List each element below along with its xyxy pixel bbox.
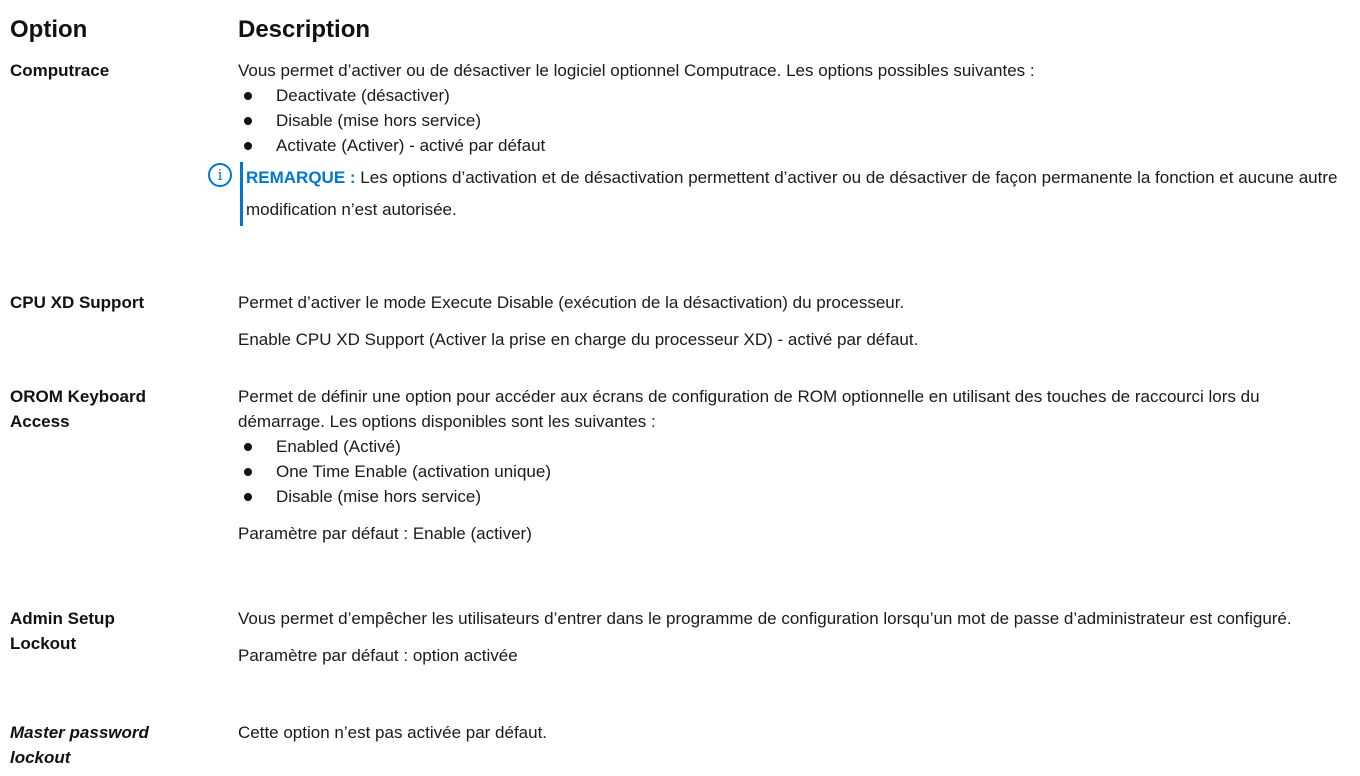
table-row-master-password-lockout: Master password lockout Cette option n’e… xyxy=(10,720,1350,772)
option-name-line: OROM Keyboard xyxy=(10,387,147,406)
options-list: Enabled (Activé) One Time Enable (activa… xyxy=(238,434,1348,509)
description-column-header: Description xyxy=(238,16,371,43)
list-item: Activate (Activer) - activé par défaut xyxy=(238,133,1348,158)
bullet-icon xyxy=(244,443,252,451)
bullet-icon xyxy=(244,468,252,476)
option-description: Vous permet d’activer ou de désactiver l… xyxy=(208,58,1348,226)
option-description: Permet d’activer le mode Execute Disable… xyxy=(238,290,1348,352)
option-name-line: Admin Setup xyxy=(10,609,115,628)
bullet-icon xyxy=(244,92,252,100)
option-name-line: Access xyxy=(10,412,70,431)
list-item-text: One Time Enable (activation unique) xyxy=(276,462,551,481)
option-column-header: Option xyxy=(10,16,88,43)
default-setting-text: Enable CPU XD Support (Activer la prise … xyxy=(238,330,919,349)
list-item: Disable (mise hors service) xyxy=(238,108,1348,133)
table-row-admin-setup-lockout: Admin Setup Lockout Vous permet d’empêch… xyxy=(10,606,1350,716)
list-item-text: Deactivate (désactiver) xyxy=(276,86,450,105)
note-body: REMARQUE : Les options d’activation et d… xyxy=(246,162,1348,226)
description-text: Vous permet d’empêcher les utilisateurs … xyxy=(238,609,1292,628)
description-text: Permet de définir une option pour accéde… xyxy=(238,387,1260,431)
list-item-text: Activate (Activer) - activé par défaut xyxy=(276,136,546,155)
table-row-computrace: Computrace Vous permet d’activer ou de d… xyxy=(10,58,1350,268)
option-description: Vous permet d’empêcher les utilisateurs … xyxy=(238,606,1348,668)
table-row-orom-keyboard-access: OROM Keyboard Access Permet de définir u… xyxy=(10,384,1350,574)
note-label: REMARQUE : xyxy=(246,168,356,187)
option-name: CPU XD Support xyxy=(10,293,145,312)
note-text: Les options d’activation et de désactiva… xyxy=(246,168,1338,219)
bullet-icon xyxy=(244,142,252,150)
list-item-text: Disable (mise hors service) xyxy=(276,111,481,130)
note-divider xyxy=(240,162,243,226)
info-icon: i xyxy=(208,163,232,187)
note-callout: i REMARQUE : Les options d’activation et… xyxy=(208,162,1348,226)
option-name-line: Master password xyxy=(10,723,149,742)
option-name: Admin Setup Lockout xyxy=(10,606,222,656)
description-text: Permet d’activer le mode Execute Disable… xyxy=(238,293,905,312)
option-name: Master password lockout xyxy=(10,720,222,770)
list-item-text: Disable (mise hors service) xyxy=(276,487,481,506)
option-name: OROM Keyboard Access xyxy=(10,384,222,434)
default-setting-text: Paramètre par défaut : Enable (activer) xyxy=(238,524,532,543)
option-description: Permet de définir une option pour accéde… xyxy=(238,384,1348,546)
table-header: Option Description xyxy=(10,14,1350,48)
option-name-line: Lockout xyxy=(10,634,77,653)
list-item: Disable (mise hors service) xyxy=(238,484,1348,509)
list-item: Enabled (Activé) xyxy=(238,434,1348,459)
default-setting-text: Paramètre par défaut : option activée xyxy=(238,646,518,665)
bullet-icon xyxy=(244,493,252,501)
option-description: Cette option n’est pas activée par défau… xyxy=(238,720,1348,745)
bullet-icon xyxy=(244,117,252,125)
list-item: One Time Enable (activation unique) xyxy=(238,459,1348,484)
description-text: Vous permet d’activer ou de désactiver l… xyxy=(238,61,1035,80)
option-name-line: lockout xyxy=(10,748,71,767)
list-item: Deactivate (désactiver) xyxy=(238,83,1348,108)
options-list: Deactivate (désactiver) Disable (mise ho… xyxy=(238,83,1348,158)
table-row-cpu-xd-support: CPU XD Support Permet d’activer le mode … xyxy=(10,290,1350,370)
option-name: Computrace xyxy=(10,61,110,80)
description-text: Cette option n’est pas activée par défau… xyxy=(238,723,548,742)
list-item-text: Enabled (Activé) xyxy=(276,437,401,456)
